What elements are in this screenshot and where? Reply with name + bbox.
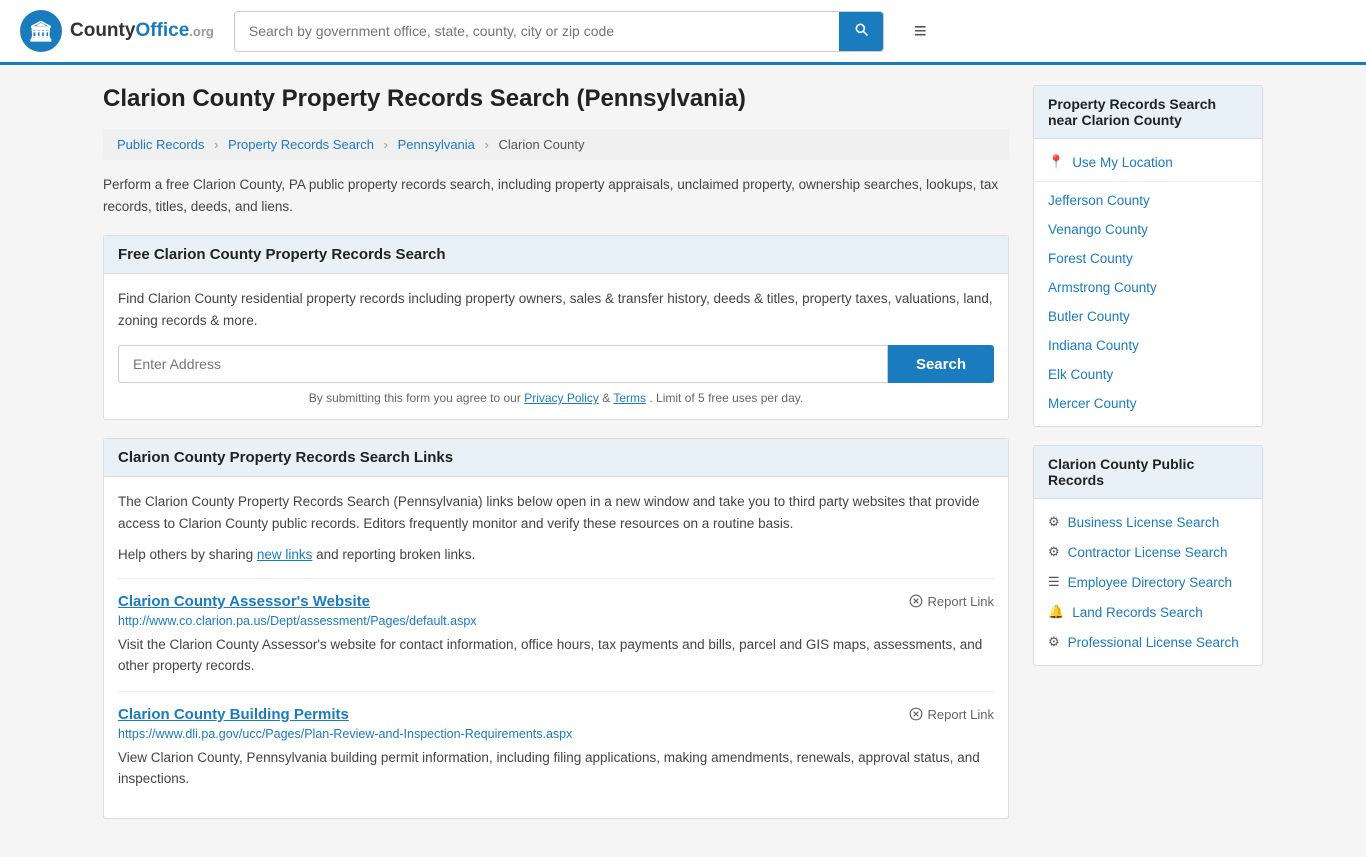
sidebar-item-armstrong-county[interactable]: Armstrong County — [1034, 273, 1262, 302]
sidebar-item-land-records[interactable]: 🔔 Land Records Search — [1034, 597, 1262, 627]
record-item-1: Clarion County Building Permits Report L… — [118, 691, 994, 804]
sidebar-item-forest-county[interactable]: Forest County — [1034, 244, 1262, 273]
contractor-license-label: Contractor License Search — [1068, 545, 1228, 560]
free-search-description: Find Clarion County residential property… — [118, 288, 994, 331]
logo-text: CountyOffice.org — [70, 20, 214, 42]
bell-icon-land: 🔔 — [1048, 604, 1064, 620]
public-records-body: ⚙ Business License Search ⚙ Contractor L… — [1034, 499, 1262, 665]
sidebar: Property Records Search near Clarion Cou… — [1033, 85, 1263, 837]
nearby-body: 📍 Use My Location Jefferson County Venan… — [1034, 139, 1262, 426]
logo[interactable]: 🏛 CountyOffice.org — [20, 10, 214, 52]
jefferson-county-label: Jefferson County — [1048, 193, 1150, 208]
gear-icon-contractor: ⚙ — [1048, 544, 1060, 560]
free-search-section: Free Clarion County Property Records Sea… — [103, 235, 1009, 420]
professional-license-label: Professional License Search — [1068, 635, 1239, 650]
form-note: By submitting this form you agree to our… — [118, 391, 994, 405]
business-license-label: Business License Search — [1068, 515, 1220, 530]
links-body: The Clarion County Property Records Sear… — [104, 477, 1008, 818]
sidebar-item-elk-county[interactable]: Elk County — [1034, 360, 1262, 389]
record-title-1[interactable]: Clarion County Building Permits — [118, 706, 349, 723]
sidebar-item-indiana-county[interactable]: Indiana County — [1034, 331, 1262, 360]
forest-county-label: Forest County — [1048, 251, 1133, 266]
location-pin-icon: 📍 — [1048, 154, 1064, 170]
mercer-county-label: Mercer County — [1048, 396, 1137, 411]
breadcrumb-pennsylvania[interactable]: Pennsylvania — [398, 137, 475, 152]
page-description: Perform a free Clarion County, PA public… — [103, 174, 1009, 217]
record-url-0[interactable]: http://www.co.clarion.pa.us/Dept/assessm… — [118, 614, 994, 628]
gear-icon-professional: ⚙ — [1048, 634, 1060, 650]
nearby-heading: Property Records Search near Clarion Cou… — [1034, 86, 1262, 139]
sidebar-item-professional-license[interactable]: ⚙ Professional License Search — [1034, 627, 1262, 657]
list-icon-employee: ☰ — [1048, 574, 1060, 590]
public-records-heading: Clarion County Public Records — [1034, 446, 1262, 499]
record-item-0: Clarion County Assessor's Website Report… — [118, 578, 994, 691]
use-my-location-label: Use My Location — [1072, 155, 1173, 170]
land-records-label: Land Records Search — [1072, 605, 1203, 620]
record-desc-0: Visit the Clarion County Assessor's webs… — [118, 634, 994, 677]
sidebar-item-use-my-location[interactable]: 📍 Use My Location — [1034, 147, 1262, 177]
sidebar-item-contractor-license[interactable]: ⚙ Contractor License Search — [1034, 537, 1262, 567]
breadcrumb-clarion-county: Clarion County — [499, 137, 585, 152]
record-desc-1: View Clarion County, Pennsylvania buildi… — [118, 747, 994, 790]
logo-icon: 🏛 — [20, 10, 62, 52]
elk-county-label: Elk County — [1048, 367, 1113, 382]
sidebar-item-jefferson-county[interactable]: Jefferson County — [1034, 186, 1262, 215]
new-links-link[interactable]: new links — [257, 547, 313, 562]
hamburger-menu[interactable]: ≡ — [914, 18, 927, 44]
sidebar-item-venango-county[interactable]: Venango County — [1034, 215, 1262, 244]
sidebar-item-mercer-county[interactable]: Mercer County — [1034, 389, 1262, 418]
content-area: Clarion County Property Records Search (… — [103, 85, 1009, 837]
employee-directory-label: Employee Directory Search — [1068, 575, 1232, 590]
record-title-0[interactable]: Clarion County Assessor's Website — [118, 593, 370, 610]
breadcrumb: Public Records › Property Records Search… — [103, 129, 1009, 160]
share-note: Help others by sharing new links and rep… — [118, 547, 994, 562]
main-container: Clarion County Property Records Search (… — [83, 65, 1283, 857]
public-records-section: Clarion County Public Records ⚙ Business… — [1033, 445, 1263, 666]
report-link-1[interactable]: Report Link — [909, 707, 994, 722]
links-description: The Clarion County Property Records Sear… — [118, 491, 994, 534]
privacy-policy-link[interactable]: Privacy Policy — [524, 391, 599, 405]
global-search-button[interactable] — [839, 12, 883, 51]
links-heading: Clarion County Property Records Search L… — [104, 439, 1008, 477]
armstrong-county-label: Armstrong County — [1048, 280, 1157, 295]
header: 🏛 CountyOffice.org ≡ — [0, 0, 1366, 65]
sidebar-item-employee-directory[interactable]: ☰ Employee Directory Search — [1034, 567, 1262, 597]
butler-county-label: Butler County — [1048, 309, 1130, 324]
venango-county-label: Venango County — [1048, 222, 1148, 237]
record-url-1[interactable]: https://www.dli.pa.gov/ucc/Pages/Plan-Re… — [118, 727, 994, 741]
links-section: Clarion County Property Records Search L… — [103, 438, 1009, 819]
indiana-county-label: Indiana County — [1048, 338, 1139, 353]
sidebar-item-butler-county[interactable]: Butler County — [1034, 302, 1262, 331]
page-title: Clarion County Property Records Search (… — [103, 85, 1009, 113]
free-search-body: Find Clarion County residential property… — [104, 274, 1008, 419]
report-link-0[interactable]: Report Link — [909, 594, 994, 609]
terms-link[interactable]: Terms — [613, 391, 646, 405]
address-input[interactable] — [118, 345, 888, 383]
sidebar-item-business-license[interactable]: ⚙ Business License Search — [1034, 507, 1262, 537]
nearby-section: Property Records Search near Clarion Cou… — [1033, 85, 1263, 427]
breadcrumb-public-records[interactable]: Public Records — [117, 137, 204, 152]
global-search-bar — [234, 11, 884, 52]
address-form: Search — [118, 345, 994, 383]
global-search-input[interactable] — [235, 14, 839, 48]
gear-icon-business: ⚙ — [1048, 514, 1060, 530]
free-search-heading: Free Clarion County Property Records Sea… — [104, 236, 1008, 274]
search-button[interactable]: Search — [888, 345, 994, 383]
breadcrumb-property-records-search[interactable]: Property Records Search — [228, 137, 374, 152]
